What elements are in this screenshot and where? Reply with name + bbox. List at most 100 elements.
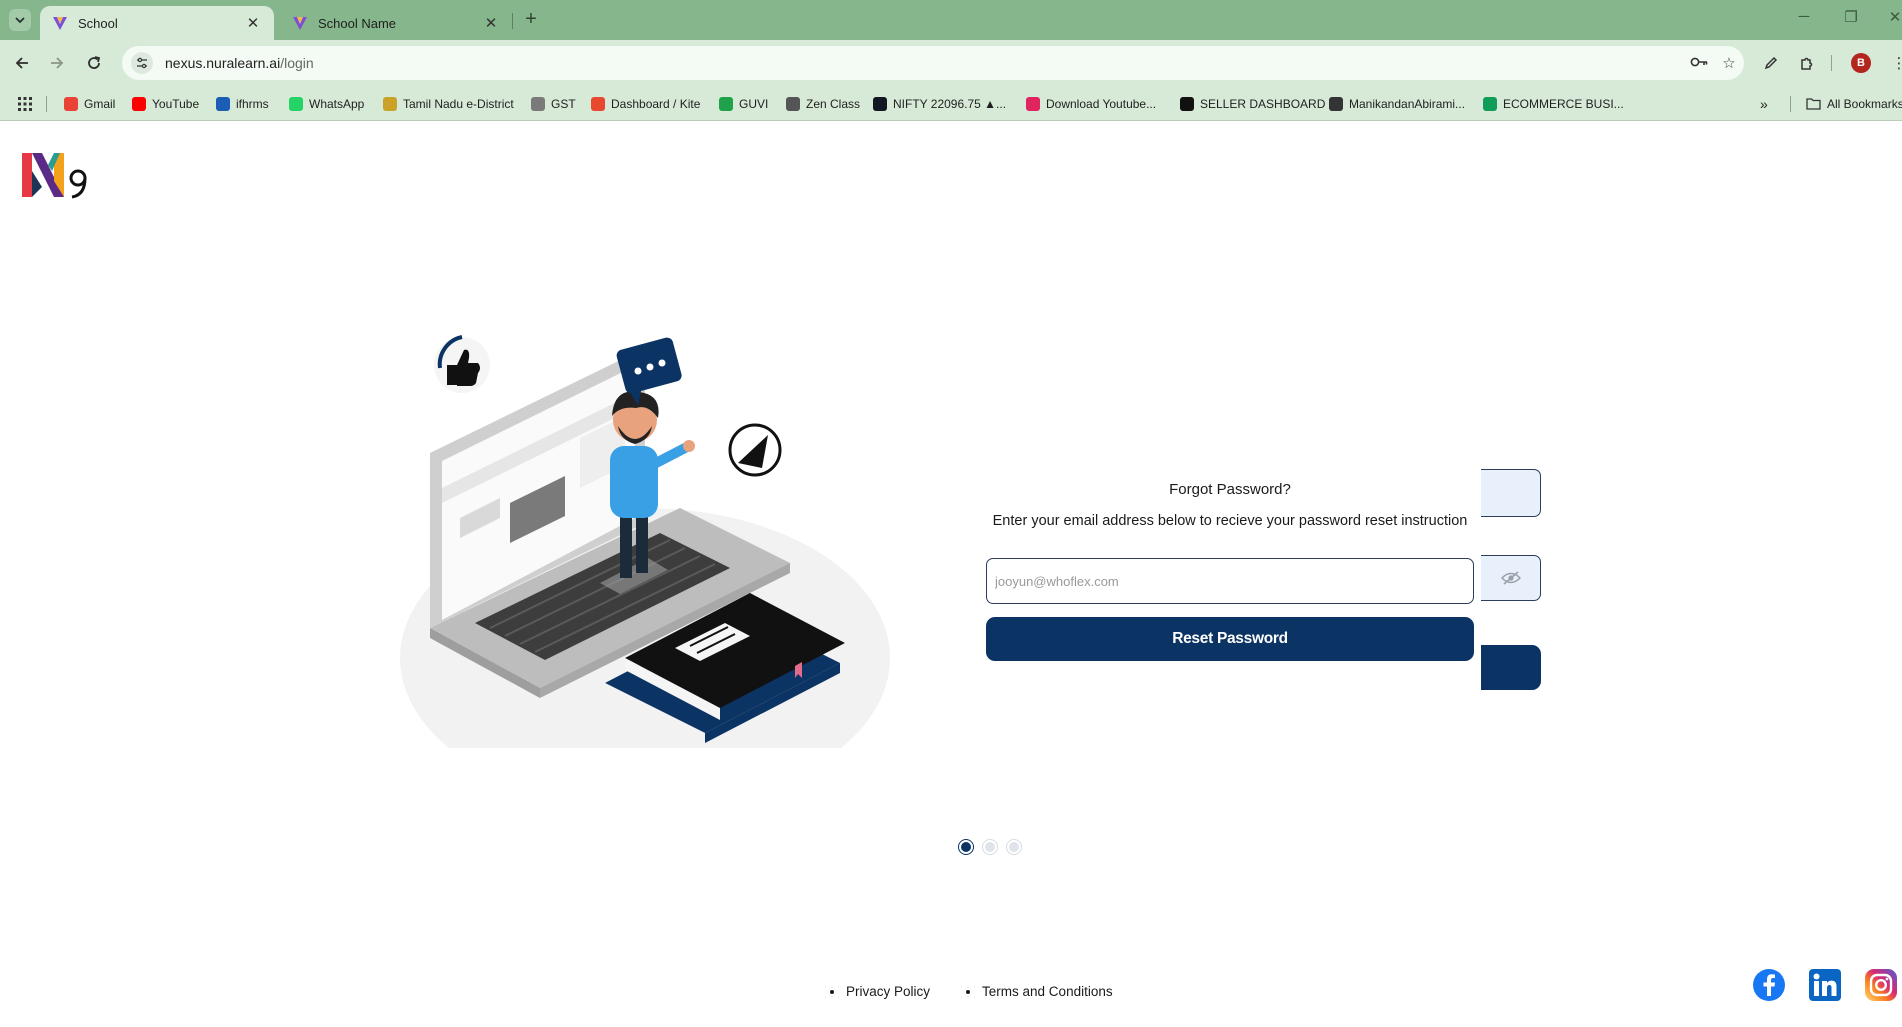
whatsapp-icon [289, 96, 303, 111]
v-logo-icon [53, 17, 67, 30]
bookmark-label: Dashboard / Kite [611, 96, 701, 111]
bookmark-item[interactable]: ECOMMERCE BUSI... [1483, 86, 1624, 121]
terms-link[interactable]: Terms and Conditions [966, 984, 1113, 999]
tab-school-name[interactable]: School Name ✕ [280, 6, 512, 40]
bookmark-item[interactable]: NIFTY 22096.75 ▲... [873, 86, 1006, 121]
address-bar[interactable]: nexus.nuralearn.ai/login ☆ [122, 46, 1744, 80]
form-title: Forgot Password? [1169, 481, 1291, 498]
tab-search-button[interactable] [9, 9, 31, 31]
profile-avatar[interactable]: B [1851, 53, 1871, 73]
extensions-icon[interactable] [1796, 52, 1818, 74]
bookmark-item[interactable]: YouTube [132, 86, 199, 121]
close-icon[interactable]: ✕ [244, 14, 262, 32]
all-bookmarks[interactable]: All Bookmarks [1806, 86, 1902, 121]
restore-button[interactable]: ❐ [1836, 8, 1866, 26]
emblem-icon [531, 96, 545, 111]
laptop-illustration [400, 335, 890, 748]
footer-links: Privacy Policy Terms and Conditions [830, 984, 1149, 999]
apps-icon[interactable] [18, 86, 32, 121]
zen-icon [786, 96, 800, 111]
n9-logo [22, 153, 87, 199]
download-icon [1026, 96, 1040, 111]
minimize-button[interactable]: ─ [1789, 8, 1819, 25]
tradingview-icon [873, 96, 887, 111]
tab-school[interactable]: School ✕ [40, 6, 274, 40]
bookmark-divider [46, 96, 47, 112]
tab-divider [512, 13, 513, 29]
bookmark-item[interactable]: ifhrms [216, 86, 269, 121]
reset-password-button[interactable]: Reset Password [986, 617, 1474, 661]
reload-icon [88, 56, 101, 69]
bookmark-label: ECOMMERCE BUSI... [1503, 96, 1624, 111]
carousel-dot-1[interactable] [959, 840, 973, 854]
amazon-icon [1180, 96, 1194, 111]
tune-icon [137, 57, 147, 69]
linkedin-icon[interactable] [1808, 968, 1842, 1002]
bookmark-label: ifhrms [236, 96, 269, 111]
facebook-icon[interactable] [1752, 968, 1786, 1002]
bookmark-item[interactable]: GST [531, 86, 576, 121]
bookmark-item[interactable]: Zen Class [786, 86, 860, 121]
form-description: Enter your email address below to reciev… [992, 513, 1468, 529]
forward-button[interactable] [45, 51, 69, 75]
ifhrms-icon [216, 96, 230, 111]
privacy-policy-link[interactable]: Privacy Policy [830, 984, 930, 999]
bookmark-label: Gmail [84, 96, 116, 111]
carousel-dot-3[interactable] [1007, 840, 1021, 854]
bookmark-item[interactable]: ManikandanAbirami... [1329, 86, 1465, 121]
toolbar-divider [1831, 55, 1832, 71]
password-key-icon[interactable] [1684, 55, 1714, 72]
bookmark-item[interactable]: WhatsApp [289, 86, 364, 121]
bookmark-label: WhatsApp [309, 96, 365, 111]
bookmark-item[interactable]: GUVI [719, 86, 768, 121]
site-info-icon[interactable] [131, 52, 153, 74]
bookmark-label: ManikandanAbirami... [1349, 96, 1466, 111]
bookmark-label: Zen Class [806, 96, 861, 111]
menu-kebab-icon[interactable]: ⋮ [1888, 52, 1902, 74]
bookmarks-bar: Gmail YouTube ifhrms WhatsApp Tamil Nadu e-D… [0, 86, 1902, 121]
new-tab-button[interactable]: + [520, 8, 542, 31]
bookmark-item[interactable]: Download Youtube... [1026, 86, 1156, 121]
hidden-password-field [1481, 555, 1541, 601]
close-icon[interactable]: ✕ [482, 14, 500, 32]
email-field[interactable] [986, 558, 1474, 604]
close-window-button[interactable]: ✕ [1880, 8, 1902, 26]
gmail-icon [64, 96, 78, 111]
youtube-icon [132, 96, 146, 111]
instagram-icon[interactable] [1864, 968, 1898, 1002]
back-button[interactable] [10, 51, 34, 75]
bullet [966, 989, 971, 994]
email-input[interactable] [986, 558, 1474, 604]
github-icon [1329, 96, 1343, 111]
bookmark-item[interactable]: SELLER DASHBOARD [1180, 86, 1325, 121]
bookmark-item[interactable]: Tamil Nadu e-District [383, 86, 514, 121]
bookmark-label: Tamil Nadu e-District [403, 96, 514, 111]
bookmark-item[interactable]: Dashboard / Kite [591, 86, 700, 121]
pen-icon[interactable] [1760, 52, 1782, 74]
bookmark-label: Download Youtube... [1046, 96, 1157, 111]
url-host: nexus.nuralearn.ai [165, 55, 281, 71]
tab-title: School Name [318, 15, 397, 31]
reload-button[interactable] [82, 51, 106, 75]
tab-strip: School ✕ School Name ✕ + ─ ❐ ✕ [0, 0, 1902, 40]
terms-label: Terms and Conditions [982, 984, 1113, 999]
guvi-icon [719, 96, 733, 111]
login-page: Forgot Password? Enter your email addres… [0, 121, 1902, 1027]
tab-title: School [78, 15, 118, 31]
v-logo-icon [293, 17, 307, 30]
hidden-username-field [1481, 469, 1541, 517]
eye-off-icon[interactable] [1500, 571, 1521, 585]
bookmark-label: YouTube [152, 96, 200, 111]
more-bookmarks-icon[interactable]: » [1760, 86, 1768, 121]
bookmark-item[interactable]: Gmail [64, 86, 115, 121]
bookmark-label: GUVI [739, 96, 769, 111]
bookmark-star-icon[interactable]: ☆ [1714, 54, 1744, 72]
bookmark-label: GST [551, 96, 576, 111]
arrow-right-icon [51, 57, 64, 69]
bookmark-divider [1790, 96, 1791, 112]
browser-toolbar: nexus.nuralearn.ai/login ☆ B ⋮ [0, 40, 1902, 86]
url-path: /login [280, 55, 314, 71]
carousel-dot-2[interactable] [983, 840, 997, 854]
bullet [830, 989, 834, 994]
url-text: nexus.nuralearn.ai/login [165, 55, 1684, 71]
